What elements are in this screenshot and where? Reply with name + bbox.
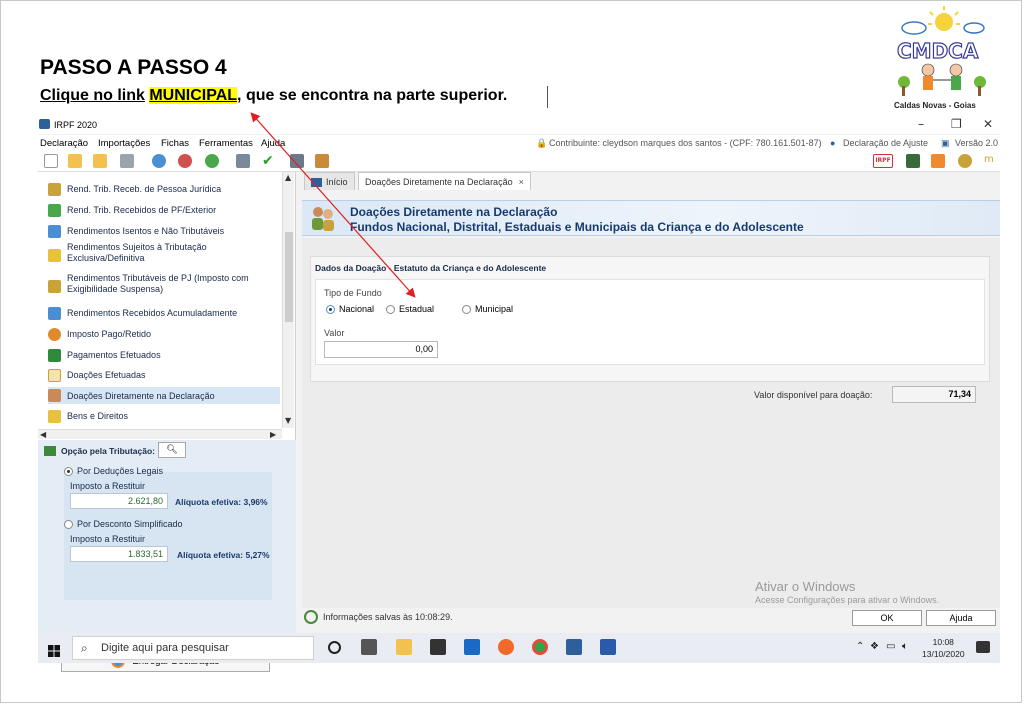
annotation-arrow (250, 112, 416, 298)
